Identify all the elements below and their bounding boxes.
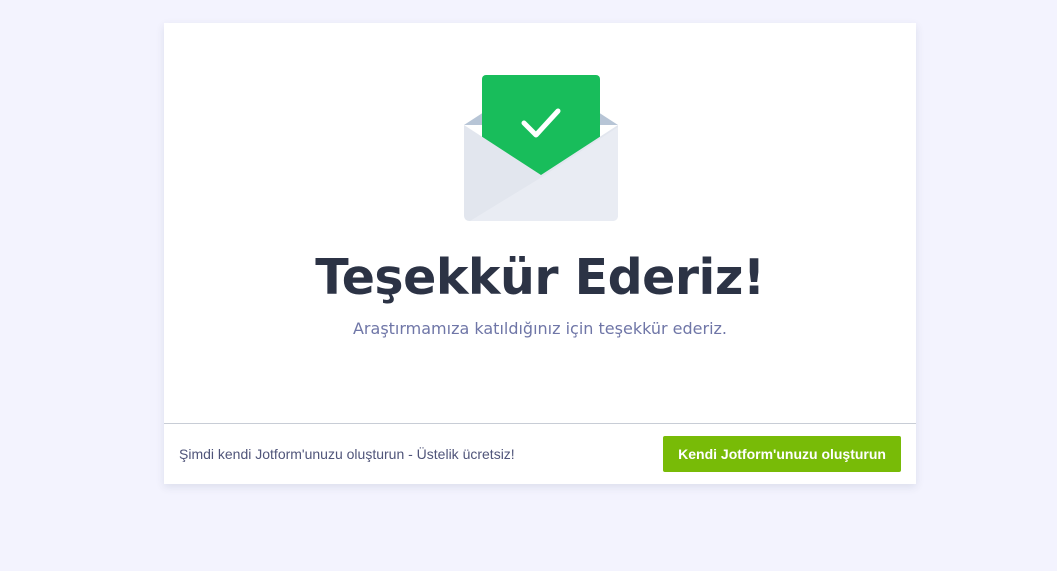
footer-bar: Şimdi kendi Jotform'unuzu oluşturun - Üs… bbox=[164, 423, 916, 484]
thank-you-message: Araştırmamıza katıldığınız için teşekkür… bbox=[352, 319, 728, 338]
envelope-check-icon bbox=[464, 75, 618, 221]
thank-you-card: Teşekkür Ederiz! Araştırmamıza katıldığı… bbox=[164, 23, 916, 484]
page-title: Teşekkür Ederiz! bbox=[315, 249, 765, 306]
create-jotform-button[interactable]: Kendi Jotform'unuzu oluşturun bbox=[663, 436, 901, 472]
footer-promo-text: Şimdi kendi Jotform'unuzu oluşturun - Üs… bbox=[179, 446, 515, 462]
